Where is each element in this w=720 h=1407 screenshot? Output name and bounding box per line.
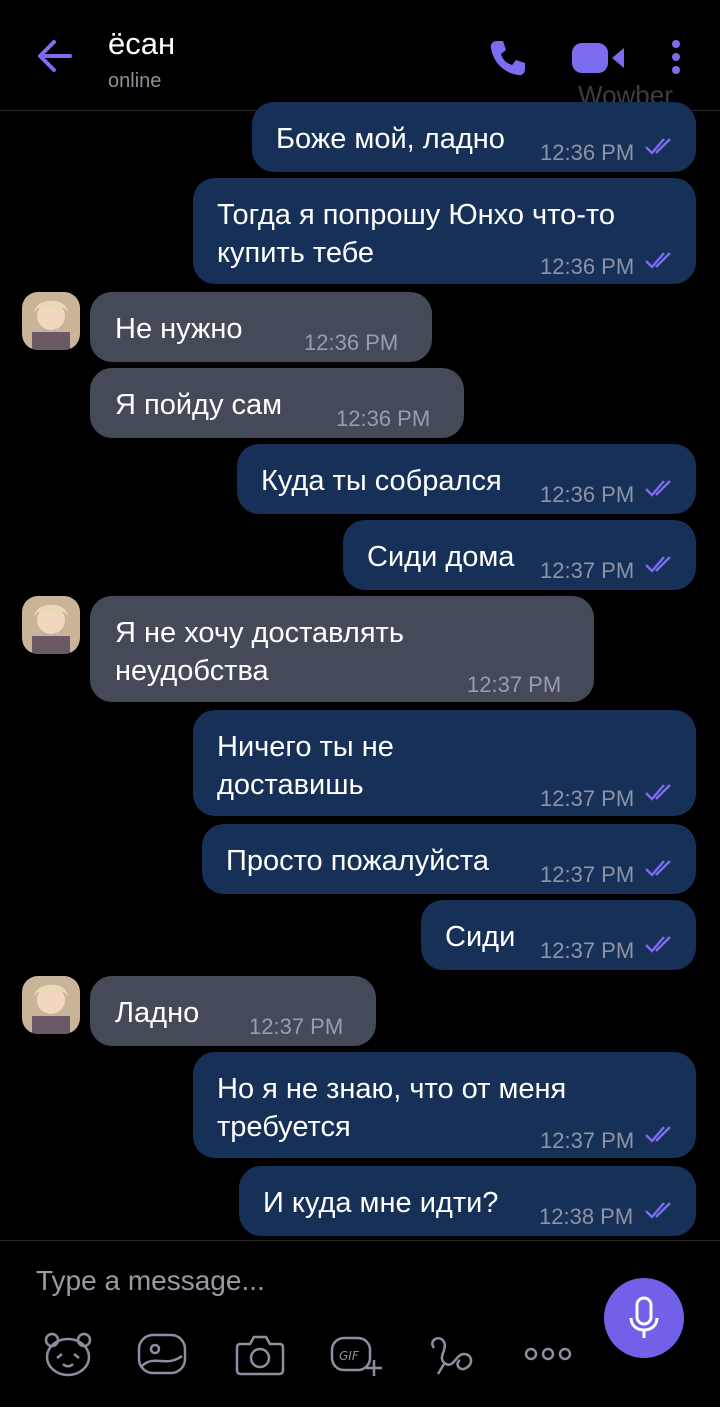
message-text: Куда ты собрался [261, 465, 502, 497]
chat-header: ёсан online Wowber [0, 0, 720, 111]
contact-name[interactable]: ёсан [108, 26, 175, 62]
message-time: 12:36 PM [540, 254, 635, 279]
message-time: 12:37 PM [540, 938, 635, 963]
message-time: 12:37 PM [540, 1128, 635, 1153]
message-bubble-in[interactable]: Я пойду сам 12:36 PM [90, 368, 464, 438]
contact-status: online [108, 70, 162, 92]
message-bubble-out[interactable]: Сиди 12:37 PM [421, 900, 696, 970]
video-icon[interactable] [570, 40, 628, 76]
gallery-icon[interactable] [136, 1330, 188, 1378]
message-text: Но я не знаю, что от меня требуется [217, 1073, 567, 1143]
contact-avatar[interactable] [22, 596, 80, 654]
message-time: 12:36 PM [336, 406, 431, 431]
message-time: 12:36 PM [304, 330, 399, 355]
message-bubble-out[interactable]: Тогда я попрошу Юнхо что-то купить тебе … [193, 178, 696, 284]
message-bubble-in[interactable]: Не нужно 12:36 PM [90, 292, 432, 362]
doodle-icon[interactable] [426, 1330, 478, 1378]
message-time: 12:37 PM [540, 862, 635, 887]
read-ticks-icon [645, 860, 671, 877]
phone-icon[interactable] [488, 38, 528, 78]
message-text: Сиди дома [367, 541, 515, 573]
read-ticks-icon [645, 138, 671, 155]
contact-avatar[interactable] [22, 976, 80, 1034]
message-time: 12:36 PM [540, 140, 635, 165]
read-ticks-icon [645, 1126, 671, 1143]
read-ticks-icon [645, 556, 671, 573]
microphone-icon [629, 1296, 659, 1338]
message-bubble-in[interactable]: Ладно 12:37 PM [90, 976, 376, 1046]
message-text: Сиди [445, 921, 516, 953]
sticker-bear-icon[interactable] [42, 1330, 94, 1378]
read-ticks-icon [645, 936, 671, 953]
message-text: Просто пожалуйста [226, 845, 489, 877]
contact-avatar[interactable] [22, 292, 80, 350]
svg-text:GIF: GIF [339, 1349, 360, 1363]
read-ticks-icon [645, 784, 671, 801]
message-text: Боже мой, ладно [276, 123, 505, 155]
message-bubble-out[interactable]: Ничего ты не доставишь 12:37 PM [193, 710, 696, 816]
message-bubble-in[interactable]: Я не хочу доставлять неудобства 12:37 PM [90, 596, 594, 702]
camera-icon[interactable] [234, 1330, 286, 1378]
message-input[interactable]: Type a message... [36, 1265, 265, 1297]
message-bubble-out[interactable]: Боже мой, ладно 12:36 PM [252, 102, 696, 172]
message-text: Ладно [115, 997, 200, 1029]
message-time: 12:37 PM [540, 558, 635, 583]
mic-button[interactable] [604, 1278, 684, 1358]
message-time: 12:37 PM [249, 1014, 344, 1039]
message-time: 12:38 PM [539, 1204, 634, 1229]
more-vertical-icon[interactable] [666, 38, 686, 78]
message-text: И куда мне идти? [263, 1187, 499, 1219]
read-ticks-icon [645, 480, 671, 497]
message-time: 12:37 PM [467, 672, 562, 697]
message-time: 12:36 PM [540, 482, 635, 507]
message-bubble-out[interactable]: И куда мне идти? 12:38 PM [239, 1166, 696, 1236]
message-bubble-out[interactable]: Сиди дома 12:37 PM [343, 520, 696, 590]
back-arrow-icon[interactable] [34, 36, 74, 76]
message-text: Не нужно [115, 313, 243, 345]
more-horizontal-icon[interactable] [522, 1330, 574, 1378]
message-time: 12:37 PM [540, 786, 635, 811]
read-ticks-icon [645, 1202, 671, 1219]
message-text: Я не хочу доставлять неудобства [115, 617, 404, 687]
message-bubble-out[interactable]: Куда ты собрался 12:36 PM [237, 444, 696, 514]
message-bubble-out[interactable]: Но я не знаю, что от меня требуется 12:3… [193, 1052, 696, 1158]
read-ticks-icon [645, 252, 671, 269]
message-text: Ничего ты не доставишь [217, 731, 394, 801]
message-text: Я пойду сам [115, 389, 283, 421]
message-bubble-out[interactable]: Просто пожалуйста 12:37 PM [202, 824, 696, 894]
gif-icon[interactable]: GIF [330, 1330, 382, 1378]
